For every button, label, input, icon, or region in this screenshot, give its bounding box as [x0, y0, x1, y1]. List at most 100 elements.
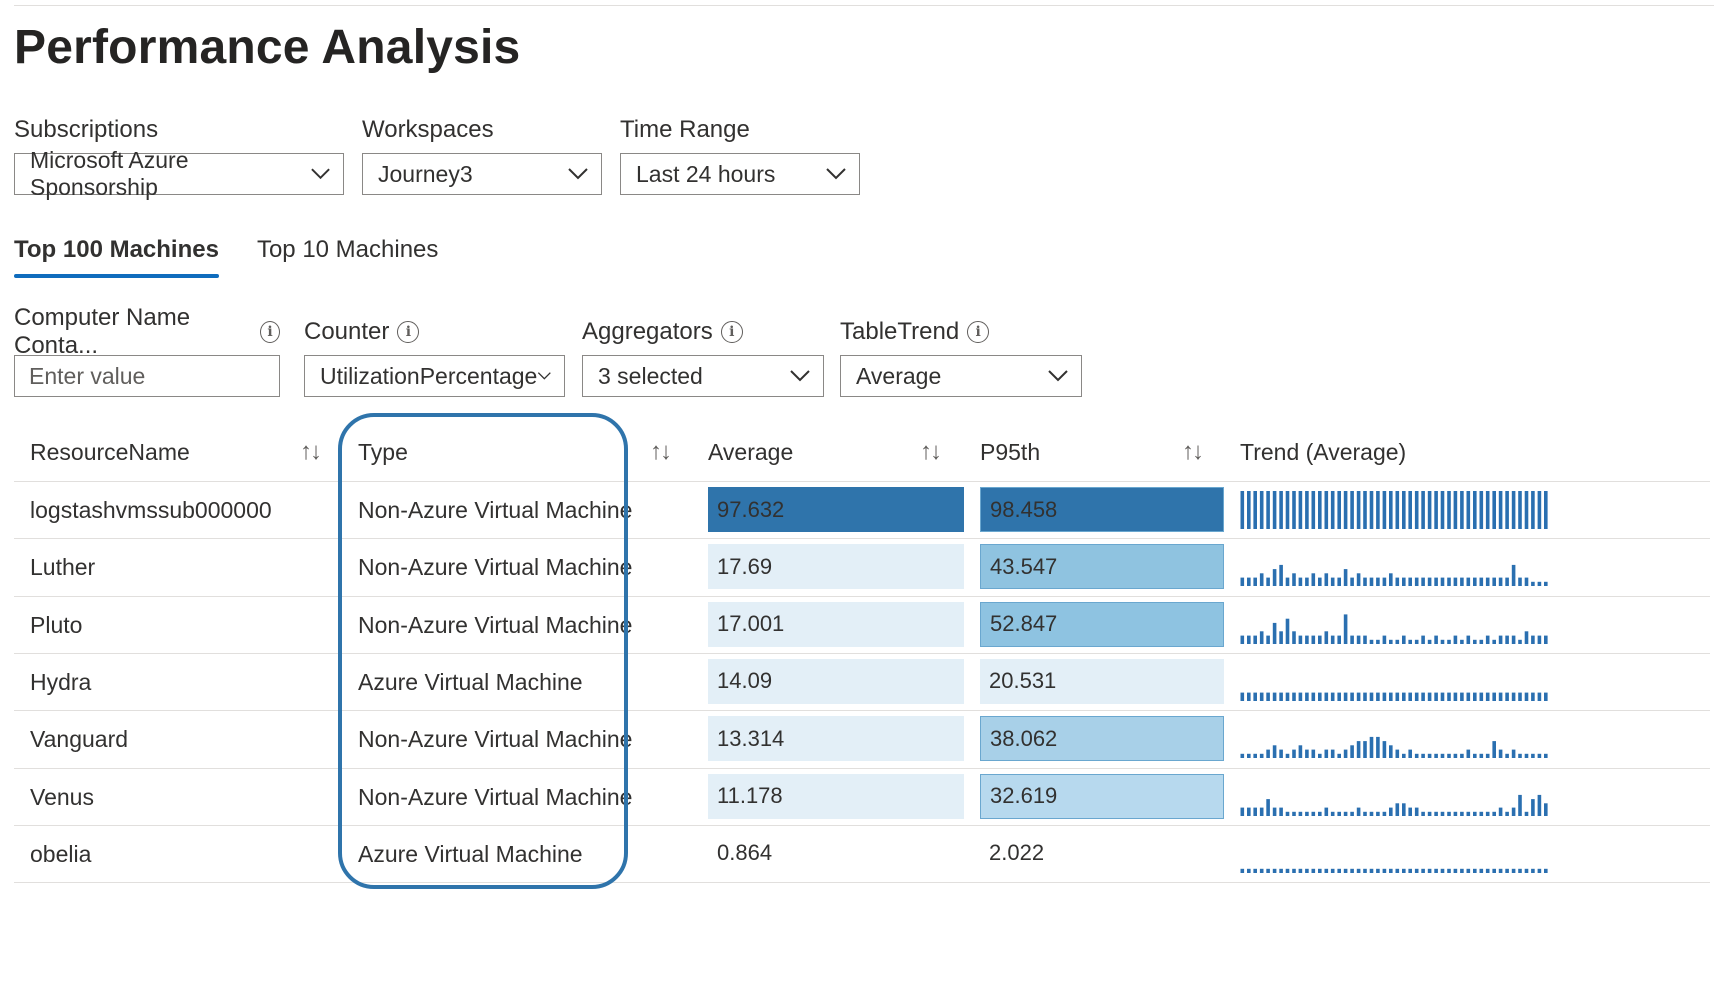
trend-bar — [1466, 811, 1471, 816]
trend-bar — [1544, 868, 1548, 873]
trend-bar — [1466, 692, 1471, 701]
trend-bar — [1473, 811, 1477, 816]
trend-bar — [1279, 807, 1283, 816]
trend-bar — [1505, 692, 1509, 701]
info-icon[interactable]: i — [397, 321, 420, 343]
table-row[interactable]: Pluto Non-Azure Virtual Machine 17.001 52.8… — [14, 595, 1710, 653]
trend-bar — [1402, 635, 1406, 644]
trend-bar — [1485, 635, 1490, 644]
trend-bar — [1492, 639, 1496, 644]
workspaces-dropdown[interactable]: Journey3 — [362, 153, 602, 195]
trend-bar — [1414, 639, 1419, 644]
trend-bar — [1537, 753, 1542, 759]
type-cell: Azure Virtual Machine — [358, 840, 583, 867]
counter-value: UtilizationPercentage — [320, 362, 538, 389]
trend-bar — [1356, 491, 1361, 529]
trend-bar — [1369, 737, 1374, 759]
trend-bar — [1414, 807, 1419, 816]
trend-bar — [1272, 692, 1277, 701]
time-range-dropdown[interactable]: Last 24 hours — [620, 153, 860, 195]
trend-bar — [1311, 635, 1316, 644]
table-trend-dropdown[interactable]: Average — [840, 355, 1082, 397]
table-row[interactable]: Venus Non-Azure Virtual Machine 11.178 32.6… — [14, 767, 1710, 825]
aggregators-dropdown[interactable]: 3 selected — [582, 355, 824, 397]
trend-bar — [1253, 692, 1257, 701]
subscriptions-dropdown[interactable]: Microsoft Azure Sponsorship — [14, 147, 344, 200]
info-icon[interactable]: i — [260, 321, 280, 343]
trend-bar — [1434, 635, 1438, 644]
trend-bar — [1389, 807, 1393, 816]
column-header-average[interactable]: Average — [708, 420, 793, 484]
trend-bar — [1343, 569, 1348, 587]
trend-bar — [1389, 491, 1393, 529]
trend-bar — [1253, 868, 1257, 873]
trend-bar — [1240, 491, 1245, 529]
trend-bar — [1505, 811, 1509, 816]
trend-bar — [1382, 577, 1387, 587]
column-header-resource-name[interactable]: ResourceName — [30, 420, 190, 484]
trend-bar — [1460, 868, 1464, 873]
workspaces-value: Journey3 — [378, 160, 473, 187]
aggregators-label: Aggregators — [582, 318, 713, 345]
trend-bar — [1369, 868, 1374, 873]
trend-bar — [1518, 577, 1522, 587]
counter-dropdown[interactable]: UtilizationPercentage — [304, 355, 565, 397]
trend-bar — [1460, 692, 1464, 701]
trend-bar — [1544, 802, 1548, 816]
table-row[interactable]: Luther Non-Azure Virtual Machine 17.69 43.5… — [14, 538, 1710, 595]
sort-icon[interactable]: ↑↓ — [920, 420, 942, 484]
table-row[interactable]: obelia Azure Virtual Machine 0.864 2.022 — [14, 824, 1710, 882]
resource-name-cell: Vanguard — [30, 726, 129, 753]
trend-bar — [1524, 692, 1529, 701]
p95th-cell: 38.062 — [980, 716, 1224, 762]
trend-sparkline — [1240, 491, 1548, 529]
trend-bar — [1505, 753, 1509, 759]
trend-bar — [1511, 635, 1516, 644]
trend-bar — [1492, 577, 1496, 587]
trend-bar — [1485, 753, 1490, 759]
column-header-p95th[interactable]: P95th — [980, 420, 1040, 484]
trend-bar — [1363, 741, 1367, 759]
trend-bar — [1318, 811, 1322, 816]
table-row[interactable]: Hydra Azure Virtual Machine 14.09 20.531 — [14, 652, 1710, 710]
trend-bar — [1337, 811, 1341, 816]
tab-top-10-machines[interactable]: Top 10 Machines — [257, 236, 438, 276]
trend-bar — [1466, 491, 1471, 529]
trend-bar — [1266, 692, 1270, 701]
table-trend-label: TableTrend — [840, 318, 960, 345]
info-icon[interactable]: i — [967, 321, 990, 343]
trend-bar — [1421, 635, 1425, 644]
trend-bar — [1253, 635, 1257, 644]
column-header-trend-average[interactable]: Trend (Average) — [1240, 420, 1406, 484]
computer-name-input[interactable]: Enter value — [14, 355, 280, 397]
sort-icon[interactable]: ↑↓ — [300, 420, 322, 484]
table-row[interactable]: logstashvmssub000000 Non-Azure Virtual Ma… — [14, 481, 1710, 538]
column-header-type[interactable]: Type — [358, 420, 408, 484]
trend-bar — [1305, 491, 1309, 529]
trend-bar — [1369, 811, 1374, 816]
trend-bar — [1292, 491, 1296, 529]
table-row[interactable]: Vanguard Non-Azure Virtual Machine 13.314 3… — [14, 710, 1710, 767]
info-icon[interactable]: i — [720, 321, 743, 343]
tab-top-100-machines[interactable]: Top 100 Machines — [14, 236, 219, 278]
trend-bar — [1408, 639, 1412, 644]
trend-bar — [1473, 577, 1477, 587]
trend-bar — [1447, 868, 1451, 873]
trend-bar — [1453, 811, 1458, 816]
trend-bar — [1440, 692, 1445, 701]
trend-bar — [1447, 577, 1451, 587]
trend-bar — [1473, 753, 1477, 759]
trend-bar — [1247, 577, 1251, 587]
trend-bar — [1485, 491, 1490, 529]
trend-bar — [1537, 692, 1542, 701]
trend-bar — [1247, 753, 1251, 759]
chevron-down-icon — [1048, 370, 1068, 382]
resource-name-cell: Venus — [30, 783, 94, 810]
trend-bar — [1408, 868, 1412, 873]
trend-bar — [1285, 618, 1290, 644]
trend-bar — [1298, 577, 1303, 587]
trend-bar — [1324, 807, 1329, 816]
trend-bar — [1266, 798, 1270, 816]
sort-icon[interactable]: ↑↓ — [1182, 420, 1204, 484]
sort-icon[interactable]: ↑↓ — [650, 420, 672, 484]
